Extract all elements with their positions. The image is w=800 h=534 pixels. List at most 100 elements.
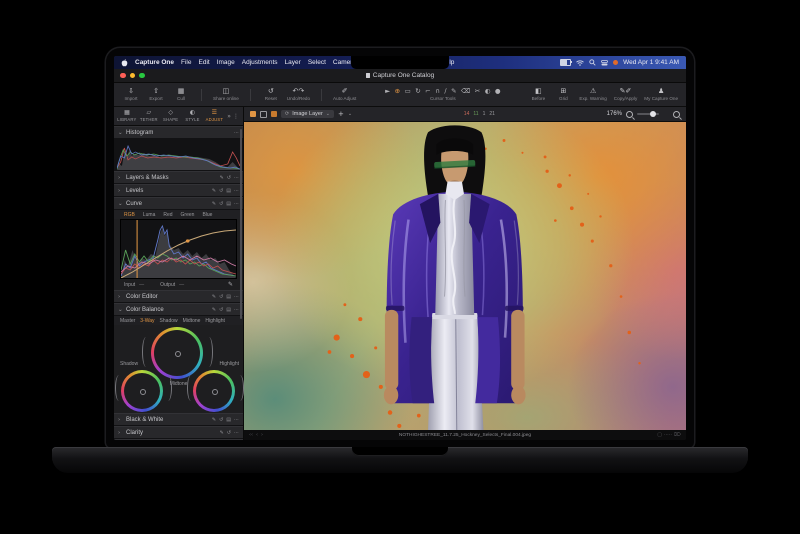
more-icon[interactable]: ⋯ [234, 417, 239, 423]
single-view-icon[interactable] [260, 111, 267, 118]
curve-graph[interactable] [120, 219, 237, 279]
chevron-down-icon[interactable]: ⌄ [118, 201, 123, 207]
loupe-icon[interactable] [673, 111, 680, 118]
reset-icon[interactable]: ↺ [219, 307, 223, 313]
crop-tool-icon[interactable]: ▭ [405, 88, 411, 95]
proof-icon[interactable] [271, 111, 277, 117]
add-layer-button[interactable]: + [338, 110, 344, 118]
chevron-right-icon[interactable]: › [118, 294, 123, 300]
tab-library[interactable]: ▦LIBRARY [116, 107, 138, 125]
menu-adjustments[interactable]: Adjustments [242, 59, 278, 66]
reset-icon[interactable]: ↺ [227, 175, 231, 181]
exposure-warning-button[interactable]: ⚠Exp. Warning [579, 88, 606, 101]
keystone-tool-icon[interactable]: ∩ [435, 88, 440, 95]
curve-tab-rgb[interactable]: RGB [124, 212, 135, 218]
layer-select[interactable]: ⟳ Image Layer ⌄ [281, 110, 334, 118]
section-layers-masks[interactable]: › Layers & Masks ✎ ↺ ⋯ [114, 171, 243, 184]
menu-bar-clock[interactable]: Wed Apr 1 9:41 AM [623, 59, 679, 66]
trash-icon[interactable]: ⌦ [674, 432, 681, 438]
zoom-slider[interactable] [637, 113, 659, 115]
battery-icon[interactable] [560, 59, 571, 66]
copy-icon[interactable]: ▤ [226, 417, 231, 423]
curve-picker-icon[interactable]: ✎ [228, 281, 233, 288]
pan-tool-icon[interactable]: ⊕ [395, 88, 400, 95]
straighten-tool-icon[interactable]: ⌐ [425, 88, 430, 95]
zoom-out-icon[interactable] [626, 111, 633, 118]
copy-icon[interactable]: ▤ [226, 294, 231, 300]
reset-icon[interactable]: ↺ [219, 201, 223, 207]
cb-tab-highlight[interactable]: Highlight [205, 318, 224, 324]
brush-icon[interactable]: ✎ [212, 417, 216, 423]
curve-output-value[interactable]: — [179, 282, 184, 288]
menu-layer[interactable]: Layer [285, 59, 301, 66]
menu-file[interactable]: File [181, 59, 191, 66]
copy-icon[interactable]: ▤ [226, 188, 231, 194]
photo-canvas[interactable] [244, 122, 686, 430]
reset-button[interactable]: ↺Reset [262, 88, 280, 101]
chevron-down-icon[interactable]: ⌄ [118, 307, 123, 313]
curve-input-value[interactable]: — [139, 282, 144, 288]
status-dot-icon[interactable] [613, 60, 618, 65]
tab-style[interactable]: ◐STYLE [182, 107, 204, 125]
share-online-button[interactable]: ◫Share online [213, 88, 239, 101]
zoom-level[interactable]: 176% [607, 111, 622, 117]
chevron-right-icon[interactable]: › [118, 188, 123, 194]
more-icon[interactable]: ⋯ [234, 130, 239, 136]
chevron-right-icon[interactable]: › [118, 417, 123, 423]
spot-tool-icon[interactable]: ∕ [444, 88, 446, 95]
thumbnail-icon[interactable]: ▢ [657, 432, 662, 438]
section-curve[interactable]: ⌄ Curve ✎ ↺ ▤ ⋯ [114, 197, 243, 210]
midtone-color-wheel[interactable] [151, 327, 203, 379]
reset-icon[interactable]: ↺ [219, 188, 223, 194]
heal-tool-icon[interactable]: ✂ [475, 88, 480, 95]
chevron-down-icon[interactable]: ⌄ [348, 111, 352, 117]
grid-button[interactable]: ⊞Grid [554, 88, 572, 101]
midtone-saturation-slider[interactable] [142, 337, 150, 367]
reset-icon[interactable]: ↺ [219, 294, 223, 300]
cb-tab-midtone[interactable]: Midtone [183, 318, 201, 324]
apple-logo-icon[interactable] [121, 59, 128, 67]
highlight-color-wheel[interactable] [193, 370, 235, 412]
sidebar-scrollbar[interactable] [240, 129, 242, 319]
curve-tab-luma[interactable]: Luma [143, 212, 156, 218]
control-center-icon[interactable] [601, 60, 608, 66]
section-black-white[interactable]: › Black & White ✎ ↺ ▤ ⋯ [114, 413, 243, 426]
undo-redo-button[interactable]: ↶↷Undo/Redo [287, 88, 310, 101]
cull-button[interactable]: ▦Cull [172, 88, 190, 101]
select-tool-icon[interactable]: ► [385, 88, 390, 95]
before-button[interactable]: ◧Before [529, 88, 547, 101]
export-button[interactable]: ⇧Export [147, 88, 165, 101]
copy-apply-button[interactable]: ✎✐Copy/Apply [614, 88, 638, 101]
chevron-right-icon[interactable]: › [118, 430, 123, 436]
auto-adjust-button[interactable]: ✐Auto Adjust [333, 88, 356, 101]
reset-icon[interactable]: ↺ [219, 417, 223, 423]
shadow-luminance-slider[interactable] [164, 375, 172, 401]
more-icon[interactable]: ⋯ [234, 201, 239, 207]
section-color-editor[interactable]: › Color Editor ✎ ↺ ▤ ⋯ [114, 290, 243, 303]
tab-tether[interactable]: ▱TETHER [138, 107, 160, 125]
more-icon[interactable]: ⋯ [234, 430, 239, 436]
section-histogram[interactable]: ⌄ Histogram ⋯ [114, 126, 243, 139]
brush-icon[interactable]: ✎ [212, 201, 216, 207]
more-icon[interactable]: ⋯ [234, 188, 239, 194]
menu-edit[interactable]: Edit [199, 59, 210, 66]
midtone-luminance-slider[interactable] [205, 337, 213, 367]
draw-mask-tool-icon[interactable]: ✎ [451, 88, 456, 95]
picker-tool-icon[interactable]: ● [495, 88, 501, 95]
highlight-luminance-slider[interactable] [236, 375, 244, 401]
search-icon[interactable] [589, 59, 596, 66]
first-image-icon[interactable]: ‹‹ [249, 432, 253, 438]
tab-overflow-icon[interactable]: » [227, 113, 231, 120]
rating-dots-icon[interactable]: ····· [664, 432, 672, 438]
section-clarity[interactable]: › Clarity ✎ ↺ ⋯ [114, 426, 243, 439]
cb-tab-3way[interactable]: 3-Way [140, 318, 154, 324]
section-color-balance[interactable]: ⌄ Color Balance ✎ ↺ ▤ ⋯ [114, 303, 243, 316]
previous-image-icon[interactable]: ‹ [256, 432, 258, 438]
copy-icon[interactable]: ▤ [226, 201, 231, 207]
cb-tab-shadow[interactable]: Shadow [160, 318, 178, 324]
menu-app-name[interactable]: Capture One [135, 59, 174, 66]
rotate-tool-icon[interactable]: ↻ [415, 88, 420, 95]
curve-tab-red[interactable]: Red [163, 212, 172, 218]
erase-mask-tool-icon[interactable]: ⌫ [461, 88, 470, 95]
section-dehaze[interactable]: › Dehaze ✎ ↺ ⋯ [114, 439, 243, 440]
